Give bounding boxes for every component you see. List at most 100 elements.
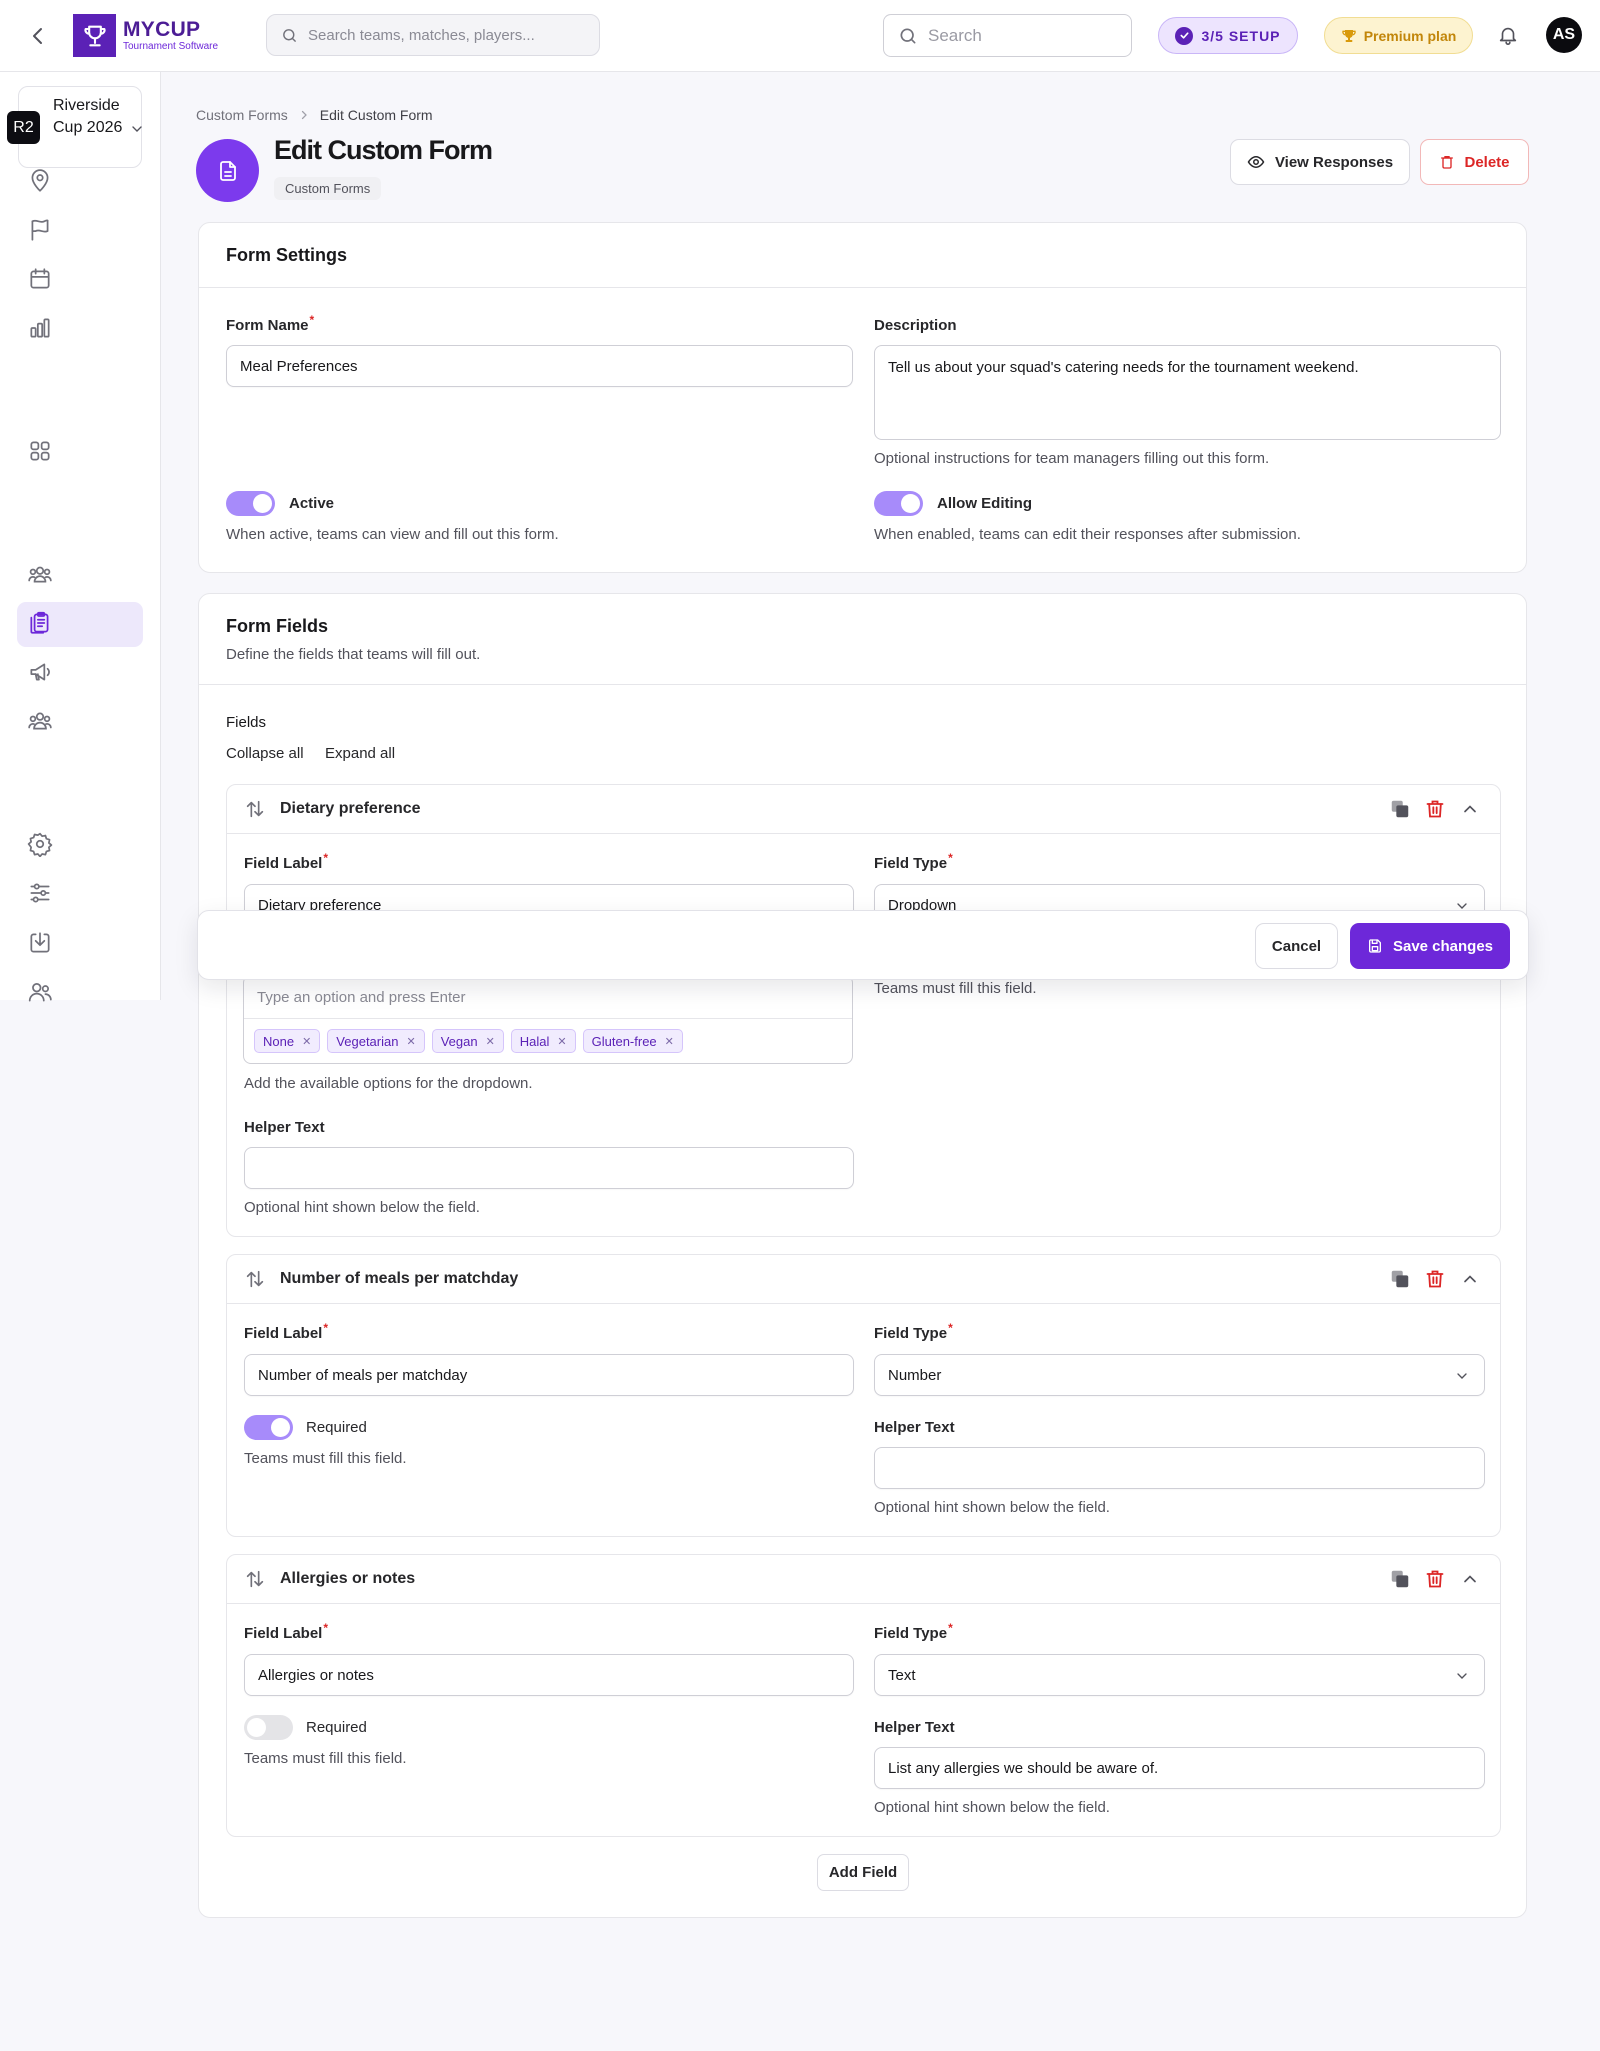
description-label: Description <box>874 317 957 334</box>
option-tag: Gluten-free ✕ <box>582 1029 683 1053</box>
duplicate-icon[interactable] <box>1389 1268 1411 1290</box>
flag-icon[interactable] <box>27 217 53 243</box>
clipboard-icon[interactable] <box>27 610 53 636</box>
setup-progress-badge[interactable]: 3/5 SETUP <box>1158 17 1298 54</box>
remove-x-icon[interactable]: ✕ <box>302 1035 311 1048</box>
grid-icon[interactable] <box>27 438 53 464</box>
trash-icon[interactable] <box>1425 798 1445 820</box>
trash-icon[interactable] <box>1425 1568 1445 1590</box>
remove-x-icon[interactable]: ✕ <box>557 1035 566 1048</box>
tournament-switcher[interactable]: R2 Riverside Cup 2026 <box>7 86 145 168</box>
remove-x-icon[interactable]: ✕ <box>406 1035 415 1048</box>
premium-plan-label: Premium plan <box>1363 27 1457 44</box>
field-label-input[interactable]: Number of meals per matchday <box>244 1354 854 1396</box>
helper-text-input[interactable] <box>874 1447 1485 1489</box>
notifications-bell-icon[interactable] <box>1497 24 1519 46</box>
back-arrow-icon[interactable] <box>26 24 50 48</box>
premium-plan-badge[interactable]: Premium plan <box>1324 17 1473 54</box>
helper-text-help: Optional hint shown below the field. <box>874 1799 1110 1816</box>
reorder-arrows-icon[interactable] <box>244 1268 266 1290</box>
download-icon[interactable] <box>27 930 53 956</box>
required-help: Teams must fill this field. <box>874 980 1037 997</box>
helper-text-caption: Helper Text <box>244 1119 325 1136</box>
chevron-up-icon[interactable] <box>1460 799 1480 819</box>
field-label-caption: Field Label* <box>244 1621 329 1642</box>
global-search-input[interactable] <box>308 26 568 44</box>
user-icon[interactable] <box>27 979 53 1005</box>
secondary-search[interactable] <box>883 14 1132 57</box>
form-name-label: Form Name* <box>226 313 315 334</box>
field-card-meals-per-matchday: Number of meals per matchday Field Label… <box>226 1254 1501 1537</box>
page-title: Edit Custom Form <box>274 135 493 165</box>
collapse-all-button[interactable]: Collapse all <box>226 745 304 762</box>
helper-text-input[interactable]: List any allergies we should be aware of… <box>874 1747 1485 1789</box>
description-help: Optional instructions for team managers … <box>874 450 1270 467</box>
breadcrumb-parent-link[interactable]: Custom Forms <box>196 107 288 123</box>
reorder-arrows-icon[interactable] <box>244 1568 266 1590</box>
form-settings-card: Form Settings Form Name* Meal Preference… <box>198 222 1527 573</box>
megaphone-icon[interactable] <box>27 659 53 685</box>
delete-button[interactable]: Delete <box>1420 139 1529 185</box>
field-type-caption: Field Type* <box>874 851 953 872</box>
users-group-icon[interactable] <box>27 708 53 734</box>
required-label: Required <box>306 1419 367 1436</box>
required-help: Teams must fill this field. <box>244 1450 407 1467</box>
helper-text-input[interactable] <box>244 1147 854 1189</box>
field-type-caption: Field Type* <box>874 1621 953 1642</box>
form-document-icon <box>196 139 259 202</box>
reorder-arrows-icon[interactable] <box>244 798 266 820</box>
cancel-button[interactable]: Cancel <box>1255 923 1338 969</box>
breadcrumb: Custom Forms Edit Custom Form <box>196 107 433 123</box>
field-label-input[interactable]: Allergies or notes <box>244 1654 854 1696</box>
global-search[interactable] <box>266 14 600 56</box>
view-responses-button[interactable]: View Responses <box>1230 139 1410 185</box>
chevron-down-icon <box>129 121 145 137</box>
form-name-input[interactable]: Meal Preferences <box>226 345 853 387</box>
secondary-search-input[interactable] <box>928 25 1118 46</box>
option-tag: Vegetarian ✕ <box>327 1029 425 1053</box>
allow-editing-help: When enabled, teams can edit their respo… <box>874 526 1301 543</box>
duplicate-icon[interactable] <box>1389 1568 1411 1590</box>
option-tag: None ✕ <box>254 1029 321 1053</box>
sliders-icon[interactable] <box>27 880 53 906</box>
form-settings-title: Form Settings <box>226 245 348 265</box>
bar-chart-icon[interactable] <box>27 315 53 341</box>
trophy-logo-icon <box>73 14 116 57</box>
field-card-header[interactable]: Allergies or notes <box>227 1555 1500 1604</box>
field-card-header[interactable]: Dietary preference <box>227 785 1500 834</box>
remove-x-icon[interactable]: ✕ <box>665 1035 674 1048</box>
duplicate-icon[interactable] <box>1389 798 1411 820</box>
field-type-caption: Field Type* <box>874 1321 953 1342</box>
app-logo[interactable]: MYCUP Tournament Software <box>73 14 218 57</box>
divider <box>199 287 1526 288</box>
active-toggle[interactable] <box>226 491 275 516</box>
allow-editing-toggle[interactable] <box>874 491 923 516</box>
remove-x-icon[interactable]: ✕ <box>486 1035 495 1048</box>
dropdown-options-input[interactable]: Type an option and press Enter None ✕ Veg… <box>243 975 853 1064</box>
expand-all-button[interactable]: Expand all <box>325 745 395 762</box>
add-field-button[interactable]: Add Field <box>817 1854 909 1891</box>
field-card-title: Allergies or notes <box>280 1570 416 1587</box>
teams-icon[interactable] <box>27 561 53 587</box>
field-type-select[interactable]: Text <box>874 1654 1485 1696</box>
required-toggle[interactable] <box>244 1715 293 1740</box>
description-textarea[interactable]: Tell us about your squad's catering need… <box>874 345 1501 440</box>
delete-label: Delete <box>1464 153 1510 171</box>
chevron-up-icon[interactable] <box>1460 1269 1480 1289</box>
chevron-up-icon[interactable] <box>1460 1569 1480 1589</box>
trash-icon[interactable] <box>1425 1268 1445 1290</box>
settings-icon[interactable] <box>27 831 53 857</box>
form-fields-title: Form Fields <box>226 616 329 636</box>
field-card-header[interactable]: Number of meals per matchday <box>227 1255 1500 1304</box>
chevron-down-icon <box>1454 1368 1470 1384</box>
user-avatar[interactable]: AS <box>1546 17 1582 53</box>
field-type-select[interactable]: Number <box>874 1354 1485 1396</box>
save-changes-button[interactable]: Save changes <box>1350 923 1510 969</box>
options-input-placeholder[interactable]: Type an option and press Enter <box>257 989 465 1006</box>
divider <box>244 1018 852 1019</box>
required-toggle[interactable] <box>244 1415 293 1440</box>
field-card-title: Number of meals per matchday <box>280 1270 519 1287</box>
map-pin-icon[interactable] <box>27 168 53 194</box>
field-label-caption: Field Label* <box>244 851 329 872</box>
calendar-icon[interactable] <box>27 266 53 292</box>
